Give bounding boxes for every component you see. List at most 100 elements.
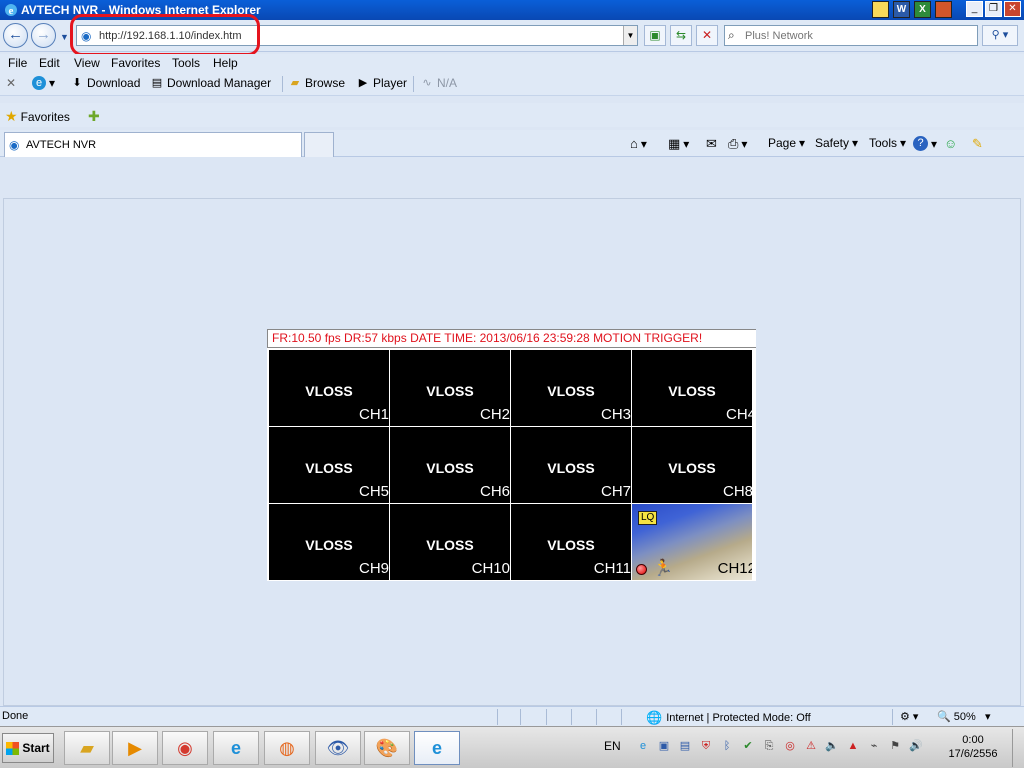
address-dropdown-icon[interactable]: ▼ — [623, 26, 637, 45]
favorites-button[interactable]: ★ Favorites — [5, 108, 70, 125]
security-zone[interactable]: 🌐 Internet | Protected Mode: Off — [646, 710, 811, 726]
tools-menu[interactable]: Tools ▾ — [869, 136, 906, 150]
tray-usb-icon[interactable]: ⌁ — [866, 738, 882, 754]
history-dropdown-icon[interactable]: ▼ — [60, 32, 69, 42]
channel-tile-ch5[interactable]: VLOSS CH5 — [269, 427, 389, 503]
tray-alert-icon[interactable]: ⚠ — [803, 738, 819, 754]
toolbar-separator — [413, 76, 414, 92]
channel-tile-ch11[interactable]: VLOSS CH11 — [511, 504, 631, 580]
ie-taskbar-icon[interactable]: e — [213, 731, 259, 765]
channel-tile-ch2[interactable]: VLOSS CH2 — [390, 350, 510, 426]
clock-time: 0:00 — [962, 734, 984, 746]
search-box[interactable]: ⌕ — [724, 25, 978, 46]
favorites-label: Favorites — [20, 109, 70, 124]
channel-label: CH3 — [600, 406, 631, 423]
refresh-icon[interactable]: ⇆ — [670, 25, 692, 46]
tray-volume-icon[interactable]: 🔊 — [908, 738, 924, 754]
show-desktop-button[interactable] — [1012, 729, 1024, 767]
page-icon: ◉ — [9, 138, 20, 152]
zoom-control[interactable]: 🔍 50% ▾ — [937, 710, 991, 723]
browse-button[interactable]: ▰ Browse — [288, 76, 345, 90]
page-menu[interactable]: Page ▾ — [768, 136, 805, 150]
search-button[interactable]: ⚲ ▾ — [982, 25, 1018, 46]
tray-shield-icon[interactable]: ⛨ — [698, 738, 714, 754]
viewer-taskbar-icon[interactable]: 👁 — [315, 731, 361, 765]
mail-button[interactable]: ✉ — [706, 136, 717, 152]
firefox-taskbar-icon[interactable]: ◍ — [264, 731, 310, 765]
help-button[interactable]: ? ▾ — [913, 136, 937, 151]
compatibility-icon[interactable]: ▣ — [644, 25, 666, 46]
channel-tile-ch1[interactable]: VLOSS CH1 — [269, 350, 389, 426]
tray-bluetooth-icon[interactable]: ᛒ — [719, 738, 735, 754]
menu-file[interactable]: File — [8, 56, 27, 70]
tray-network-icon[interactable]: ▣ — [656, 738, 672, 754]
print-button[interactable]: ⎙ ▾ — [728, 136, 747, 152]
channel-tile-ch10[interactable]: VLOSS CH10 — [390, 504, 510, 580]
add-favorite-icon[interactable]: ✚ — [88, 108, 100, 125]
tray-ie-icon[interactable]: e — [635, 738, 651, 754]
stop-icon[interactable]: ✕ — [696, 25, 718, 46]
feeds-button[interactable]: ▦ ▾ — [668, 136, 689, 152]
menu-tools[interactable]: Tools — [172, 56, 200, 70]
chrome-taskbar-icon[interactable]: ◉ — [162, 731, 208, 765]
minimize-button[interactable]: _ — [966, 1, 983, 17]
tray-monitor-icon[interactable]: ▤ — [677, 738, 693, 754]
input-language[interactable]: EN — [604, 739, 621, 753]
home-icon: ⌂ — [630, 136, 638, 151]
tray-flag-icon[interactable]: ⚑ — [887, 738, 903, 754]
channel-tile-ch12[interactable]: LQ 🏃 CH12 — [632, 504, 752, 580]
powerpoint-icon[interactable] — [935, 1, 952, 18]
toolbar-logo-icon[interactable]: e ▾ — [32, 76, 55, 90]
channel-tile-ch4[interactable]: VLOSS CH4 — [632, 350, 752, 426]
search-input[interactable] — [745, 28, 973, 43]
home-button[interactable]: ⌂ ▾ — [630, 136, 647, 151]
menu-edit[interactable]: Edit — [39, 56, 60, 70]
folder-icon: ▰ — [290, 77, 300, 89]
restore-button[interactable]: ❐ — [985, 1, 1002, 17]
messenger-button[interactable]: ☺ — [944, 136, 957, 151]
channel-tile-ch9[interactable]: VLOSS CH9 — [269, 504, 389, 580]
office-quick-icons: W X — [872, 1, 952, 18]
safety-menu-label: Safety — [815, 136, 850, 150]
clock[interactable]: 0:00 17/6/2556 — [944, 733, 1002, 761]
menu-favorites[interactable]: Favorites — [111, 56, 160, 70]
forward-button[interactable]: → — [31, 23, 56, 48]
channel-tile-ch6[interactable]: VLOSS CH6 — [390, 427, 510, 503]
status-pane — [520, 709, 545, 725]
start-button[interactable]: Start — [2, 733, 54, 763]
safety-menu[interactable]: Safety ▾ — [815, 136, 858, 150]
excel-icon[interactable]: X — [914, 1, 931, 18]
paint-taskbar-icon[interactable]: 🎨 — [364, 731, 410, 765]
close-toolbar-icon[interactable]: ✕ — [6, 76, 16, 90]
office-app-icon[interactable] — [872, 1, 889, 18]
channel-tile-ch3[interactable]: VLOSS CH3 — [511, 350, 631, 426]
media-player-taskbar-icon[interactable]: ▶ — [112, 731, 158, 765]
download-manager-button[interactable]: ▤ Download Manager — [150, 76, 271, 90]
nvr-viewer: FR:10.50 fps DR:57 kbps DATE TIME: 2013/… — [267, 329, 756, 581]
channel-tile-ch8[interactable]: VLOSS CH8 — [632, 427, 752, 503]
tab-avtech-nvr[interactable]: ◉ AVTECH NVR — [4, 132, 302, 157]
menu-help[interactable]: Help — [213, 56, 238, 70]
player-button[interactable]: ▶ Player — [356, 76, 407, 90]
research-button[interactable]: ✎ — [972, 136, 983, 152]
close-window-button[interactable]: ✕ — [1004, 1, 1021, 17]
menu-view[interactable]: View — [74, 56, 100, 70]
na-button[interactable]: ∿ N/A — [420, 76, 457, 90]
page-menu-label: Page — [768, 136, 797, 150]
back-button[interactable]: ← — [3, 23, 28, 48]
ie-active-taskbar-icon[interactable]: e — [414, 731, 460, 765]
status-pane — [621, 709, 643, 725]
tray-check-icon[interactable]: ✔ — [740, 738, 756, 754]
word-icon[interactable]: W — [893, 1, 910, 18]
tray-speaker-icon[interactable]: 🔈 — [824, 738, 840, 754]
tools-menu-label: Tools — [869, 136, 898, 150]
new-tab-button[interactable] — [304, 132, 334, 157]
tools-dropdown-icon[interactable]: ⚙ ▾ — [900, 710, 918, 723]
channel-tile-ch7[interactable]: VLOSS CH7 — [511, 427, 631, 503]
tray-device-icon[interactable]: ⎘ — [761, 738, 777, 754]
download-button[interactable]: ⬇ Download — [70, 76, 140, 90]
tray-ati-icon[interactable]: ▲ — [845, 738, 861, 754]
start-label: Start — [22, 741, 50, 755]
explorer-taskbar-icon[interactable]: ▰ — [64, 731, 110, 765]
tray-antivirus-icon[interactable]: ◎ — [782, 738, 798, 754]
